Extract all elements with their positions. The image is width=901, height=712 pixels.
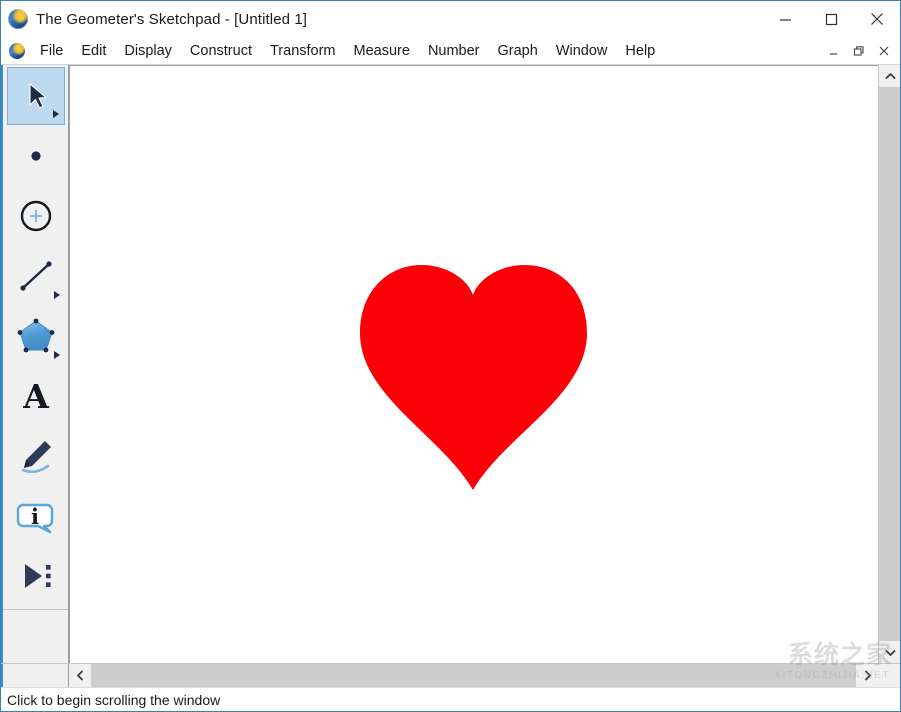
menu-item-transform[interactable]: Transform [261, 39, 345, 63]
title-bar: The Geometer's Sketchpad - [Untitled 1] [1, 1, 900, 37]
horizontal-scrollbar-track[interactable] [91, 664, 856, 687]
work-area: A i [1, 65, 900, 663]
sketch-canvas[interactable] [69, 65, 878, 663]
menu-item-help[interactable]: Help [616, 39, 664, 63]
sketchpad-app-icon [8, 9, 28, 29]
menu-item-construct[interactable]: Construct [181, 39, 261, 63]
menu-item-file[interactable]: File [31, 39, 72, 63]
information-tool[interactable]: i [7, 487, 65, 545]
bottom-scroll-row [1, 663, 900, 687]
menu-bar: File Edit Display Construct Transform Me… [1, 37, 900, 65]
vertical-scrollbar[interactable] [878, 65, 900, 663]
minimize-icon[interactable] [762, 1, 808, 37]
custom-tool[interactable] [7, 547, 65, 605]
status-bar: Click to begin scrolling the window [1, 687, 900, 711]
heart-shape[interactable] [360, 265, 587, 490]
mdi-window-controls [821, 37, 896, 65]
menu-item-number[interactable]: Number [419, 39, 489, 63]
window-controls [762, 1, 900, 37]
polygon-tool[interactable] [7, 307, 65, 365]
menu-item-display[interactable]: Display [115, 39, 181, 63]
close-icon[interactable] [854, 1, 900, 37]
menu-item-graph[interactable]: Graph [489, 39, 547, 63]
compass-tool[interactable] [7, 187, 65, 245]
menu-item-measure[interactable]: Measure [345, 39, 419, 63]
straightedge-tool[interactable] [7, 247, 65, 305]
window-title: The Geometer's Sketchpad - [Untitled 1] [36, 11, 307, 28]
straightedge-tool-flyout-icon[interactable] [54, 291, 60, 299]
arrow-tool-flyout-icon[interactable] [53, 110, 59, 118]
status-message: Click to begin scrolling the window [7, 692, 220, 708]
menu-item-window[interactable]: Window [547, 39, 617, 63]
mdi-minimize-icon[interactable] [821, 40, 846, 62]
toolbox-empty-area [3, 610, 68, 663]
sketch-surface[interactable] [70, 66, 870, 663]
arrow-tool[interactable] [7, 67, 65, 125]
toolbox-bottom-corner [1, 664, 69, 687]
horizontal-scrollbar[interactable] [69, 664, 878, 687]
maximize-icon[interactable] [808, 1, 854, 37]
toolbox: A i [1, 65, 69, 663]
vertical-scrollbar-track[interactable] [879, 87, 900, 641]
point-tool[interactable] [7, 127, 65, 185]
text-tool[interactable]: A [7, 367, 65, 425]
application-window: The Geometer's Sketchpad - [Untitled 1] … [0, 0, 901, 712]
chevron-up-icon[interactable] [879, 65, 901, 87]
document-icon[interactable] [9, 43, 25, 59]
marker-tool[interactable] [7, 427, 65, 485]
polygon-tool-flyout-icon[interactable] [54, 351, 60, 359]
chevron-down-icon[interactable] [879, 641, 901, 663]
mdi-restore-icon[interactable] [846, 40, 871, 62]
chevron-left-icon[interactable] [69, 664, 91, 686]
scrollbar-corner [878, 664, 900, 687]
svg-text:A: A [22, 377, 49, 416]
menu-item-edit[interactable]: Edit [72, 39, 115, 63]
svg-text:i: i [31, 504, 39, 529]
chevron-right-icon[interactable] [856, 664, 878, 686]
mdi-close-icon[interactable] [871, 40, 896, 62]
